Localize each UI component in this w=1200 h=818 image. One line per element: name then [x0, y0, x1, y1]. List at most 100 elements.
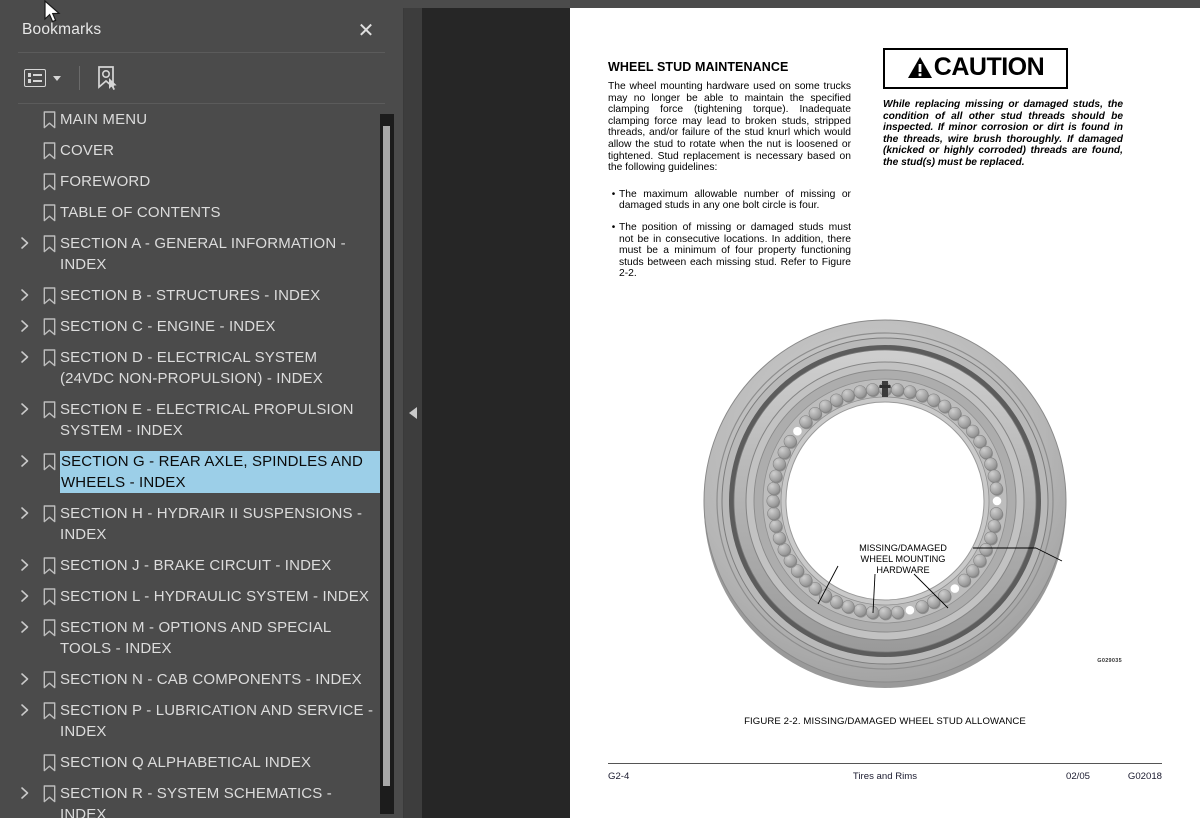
close-icon[interactable]: ✕	[353, 18, 379, 44]
figure-2-2: MISSING/DAMAGED WHEEL MOUNTING HARDWARE …	[570, 308, 1200, 727]
bookmark-icon	[38, 783, 60, 803]
chevron-spacer	[14, 109, 36, 112]
bookmarks-panel: Bookmarks ✕ MAIN MENU COVER FOREWORD TAB…	[0, 8, 404, 818]
footer-doc-id: G02018	[1127, 771, 1162, 782]
bookmark-item-label: SECTION B - STRUCTURES - INDEX	[60, 287, 321, 304]
list-glyph	[24, 69, 46, 87]
chevron-right-icon[interactable]	[14, 233, 36, 250]
footer-divider	[608, 763, 1162, 764]
bookmark-item-16[interactable]: SECTION Q ALPHABETICAL INDEX	[0, 747, 381, 778]
caution-label: CAUTION	[933, 53, 1045, 81]
page-content: WHEEL STUD MAINTENANCE The wheel mountin…	[570, 8, 1200, 818]
bookmarks-list[interactable]: MAIN MENU COVER FOREWORD TABLE OF CONTENTS S…	[0, 104, 404, 818]
bookmark-item-label: SECTION P - LUBRICATION AND SERVICE - IN…	[60, 702, 374, 740]
bookmarks-scrollbar-track[interactable]	[380, 114, 394, 814]
bookmark-item-5[interactable]: SECTION B - STRUCTURES - INDEX	[0, 280, 381, 311]
bookmark-item-4[interactable]: SECTION A - GENERAL INFORMATION - INDEX	[0, 228, 381, 280]
bookmark-item-1[interactable]: COVER	[0, 135, 381, 166]
bookmark-icon	[38, 171, 60, 191]
list-item-text: The maximum allowable number of missing …	[619, 188, 851, 212]
bookmark-item-label: SECTION G - REAR AXLE, SPINDLES AND WHEE…	[59, 450, 382, 494]
bookmark-item-13[interactable]: SECTION M - OPTIONS AND SPECIAL TOOLS - …	[0, 612, 381, 664]
list-item: • The maximum allowable number of missin…	[608, 189, 851, 212]
bookmark-item-17[interactable]: SECTION R - SYSTEM SCHEMATICS - INDEX	[0, 778, 381, 818]
bookmark-items-container: MAIN MENU COVER FOREWORD TABLE OF CONTENTS S…	[0, 104, 382, 818]
list-item: • The position of missing or damaged stu…	[608, 222, 851, 280]
drawing-number: G029035	[1097, 658, 1122, 664]
bookmark-icon	[38, 451, 60, 471]
bookmark-item-label: SECTION E - ELECTRICAL PROPULSION SYSTEM…	[60, 401, 354, 439]
chevron-right-icon[interactable]	[14, 285, 36, 302]
bookmark-item-8[interactable]: SECTION E - ELECTRICAL PROPULSION SYSTEM…	[0, 394, 381, 446]
bookmarks-scrollbar-thumb[interactable]	[383, 126, 390, 786]
bookmark-icon	[38, 285, 60, 305]
chevron-down-icon	[53, 75, 61, 81]
bookmark-item-label: TABLE OF CONTENTS	[60, 204, 221, 221]
bookmark-item-label: COVER	[60, 142, 115, 159]
bookmark-icon	[38, 555, 60, 575]
warning-triangle-icon	[907, 56, 933, 79]
bookmark-item-9[interactable]: SECTION G - REAR AXLE, SPINDLES AND WHEE…	[0, 446, 382, 498]
window-top-strip-right	[570, 0, 1200, 8]
chevron-right-icon[interactable]	[14, 399, 36, 416]
toolbar-separator	[79, 66, 80, 90]
chevron-spacer	[14, 171, 36, 174]
pdf-reader-window: Bookmarks ✕ MAIN MENU COVER FOREWORD TAB…	[0, 0, 1200, 818]
bookmark-item-label: SECTION R - SYSTEM SCHEMATICS - INDEX	[60, 785, 332, 818]
bookmark-item-2[interactable]: FOREWORD	[0, 166, 381, 197]
chevron-right-icon[interactable]	[14, 586, 36, 603]
bookmark-icon	[38, 347, 60, 367]
list-options-icon[interactable]	[20, 66, 65, 90]
bookmark-icon	[38, 503, 60, 523]
panel-title: Bookmarks	[22, 21, 102, 38]
wheel-rim-illustration: MISSING/DAMAGED WHEEL MOUNTING HARDWARE	[703, 319, 1067, 688]
new-bookmark-icon[interactable]	[94, 65, 120, 91]
right-column: CAUTION While replacing missing or damag…	[883, 48, 1133, 169]
chevron-right-icon[interactable]	[14, 347, 36, 364]
svg-text:WHEEL MOUNTING: WHEEL MOUNTING	[861, 554, 946, 564]
bookmark-icon	[38, 140, 60, 160]
chevron-spacer	[14, 202, 36, 205]
caution-body: While replacing missing or damaged studs…	[883, 99, 1123, 168]
figure-caption: FIGURE 2-2. MISSING/DAMAGED WHEEL STUD A…	[744, 716, 1026, 727]
intro-paragraph: The wheel mounting hardware used on some…	[608, 81, 851, 174]
svg-text:HARDWARE: HARDWARE	[876, 565, 929, 575]
bookmark-item-label: SECTION C - ENGINE - INDEX	[60, 318, 276, 335]
bookmark-item-label: SECTION H - HYDRAIR II SUSPENSIONS - IND…	[60, 505, 363, 543]
chevron-right-icon[interactable]	[14, 617, 36, 634]
pdf-page: WHEEL STUD MAINTENANCE The wheel mountin…	[570, 8, 1200, 818]
bookmark-item-10[interactable]: SECTION H - HYDRAIR II SUSPENSIONS - IND…	[0, 498, 381, 550]
collapse-left-icon	[409, 407, 417, 419]
bookmark-item-6[interactable]: SECTION C - ENGINE - INDEX	[0, 311, 381, 342]
footer-date: 02/05	[1065, 771, 1090, 782]
panel-collapse-handle[interactable]	[404, 8, 422, 818]
chevron-right-icon[interactable]	[14, 669, 36, 686]
bookmarks-panel-header: Bookmarks ✕	[0, 8, 403, 52]
chevron-right-icon[interactable]	[14, 451, 36, 468]
chevron-right-icon[interactable]	[14, 700, 36, 717]
chevron-spacer	[14, 140, 36, 143]
bookmark-icon	[38, 202, 60, 222]
list-item-text: The position of missing or damaged studs…	[619, 221, 851, 280]
bookmark-item-7[interactable]: SECTION D - ELECTRICAL SYSTEM (24VDC NON…	[0, 342, 381, 394]
bookmark-item-3[interactable]: TABLE OF CONTENTS	[0, 197, 381, 228]
bookmark-item-14[interactable]: SECTION N - CAB COMPONENTS - INDEX	[0, 664, 381, 695]
chevron-right-icon[interactable]	[14, 555, 36, 572]
chevron-right-icon[interactable]	[14, 316, 36, 333]
bookmark-icon	[38, 617, 60, 637]
caution-banner: CAUTION	[883, 48, 1068, 89]
bookmark-item-12[interactable]: SECTION L - HYDRAULIC SYSTEM - INDEX	[0, 581, 381, 612]
bookmark-item-label: SECTION D - ELECTRICAL SYSTEM (24VDC NON…	[60, 349, 323, 387]
chevron-spacer	[14, 752, 36, 755]
chevron-right-icon[interactable]	[14, 783, 36, 800]
document-viewer[interactable]: WHEEL STUD MAINTENANCE The wheel mountin…	[422, 8, 1200, 818]
bookmark-item-label: SECTION M - OPTIONS AND SPECIAL TOOLS - …	[60, 619, 331, 657]
bookmark-item-11[interactable]: SECTION J - BRAKE CIRCUIT - INDEX	[0, 550, 381, 581]
bookmark-icon	[38, 700, 60, 720]
bookmark-item-0[interactable]: MAIN MENU	[0, 104, 381, 135]
bookmarks-toolbar	[0, 53, 403, 103]
chevron-right-icon[interactable]	[14, 503, 36, 520]
bookmark-item-15[interactable]: SECTION P - LUBRICATION AND SERVICE - IN…	[0, 695, 381, 747]
bullet-marker: •	[611, 188, 616, 200]
bookmark-item-label: SECTION Q ALPHABETICAL INDEX	[60, 754, 312, 771]
